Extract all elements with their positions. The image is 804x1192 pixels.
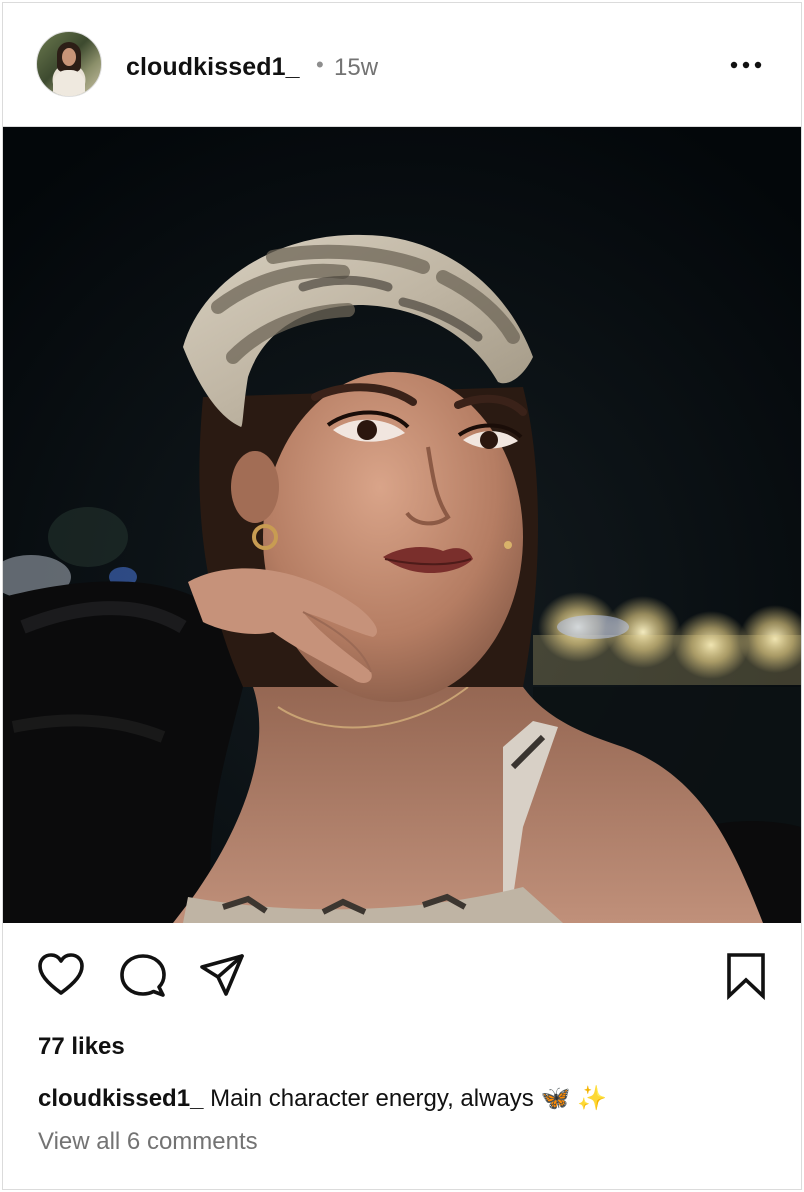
photo-illustration	[3, 127, 801, 923]
likes-count[interactable]: 77 likes	[38, 1033, 125, 1061]
more-options-icon	[730, 61, 762, 69]
avatar-face	[62, 48, 76, 66]
post-username[interactable]: cloudkissed1_	[126, 53, 300, 82]
post-time[interactable]: 15w	[334, 54, 378, 82]
comment-button[interactable]	[118, 951, 168, 1001]
save-button[interactable]	[721, 951, 771, 1001]
post-photo[interactable]	[3, 127, 801, 923]
view-comments-link[interactable]: View all 6 comments	[38, 1128, 258, 1156]
caption-text: Main character energy, always	[210, 1085, 534, 1112]
avatar[interactable]	[36, 31, 102, 97]
heart-icon	[38, 953, 84, 995]
action-bar	[3, 923, 801, 1009]
post-header: cloudkissed1_ • 15w	[3, 3, 801, 127]
butterfly-emoji: 🦋	[540, 1085, 571, 1112]
post-card: cloudkissed1_ • 15w 77 likes cloudkissed…	[2, 2, 802, 1190]
comment-icon	[120, 954, 166, 997]
sparkles-emoji: ✨	[577, 1085, 607, 1112]
avatar-body	[53, 70, 85, 96]
bookmark-icon	[727, 953, 765, 1001]
time-separator: •	[316, 52, 324, 77]
paper-plane-icon	[200, 954, 244, 996]
share-button[interactable]	[198, 951, 248, 1001]
post-caption: cloudkissed1_ Main character energy, alw…	[38, 1084, 607, 1113]
caption-username[interactable]: cloudkissed1_	[38, 1085, 203, 1112]
more-options-button[interactable]	[725, 55, 765, 75]
like-button[interactable]	[36, 951, 86, 1001]
